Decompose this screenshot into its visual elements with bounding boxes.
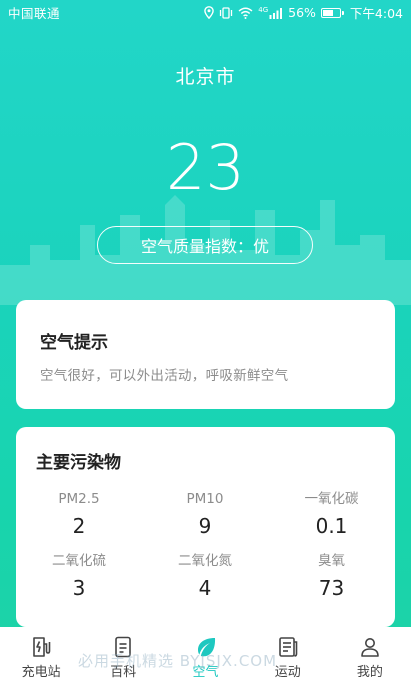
nav-item-air[interactable]: 空气: [164, 627, 246, 683]
status-bar: 中国联通 4G 56% 下午4:04: [0, 0, 411, 22]
network-type-label: 4G: [258, 5, 269, 14]
nav-item-profile[interactable]: 我的: [329, 627, 411, 683]
nav-item-sport[interactable]: 运动: [247, 627, 329, 683]
air-tip-text: 空气很好，可以外出活动，呼吸新鲜空气: [40, 368, 289, 384]
pollutant-no2: 二氧化氮 4: [142, 551, 268, 613]
pollutant-name: PM2.5: [58, 491, 100, 507]
aqi-text: 空气质量指数：优: [140, 237, 269, 256]
leaf-icon: [197, 638, 215, 657]
encyclopedia-icon: [115, 636, 132, 658]
app-screen: 中国联通 4G 56% 下午4:04 北京市 23 空气质量指数：优 空气提示 …: [0, 0, 411, 683]
pollutant-value: 0.1: [315, 514, 348, 538]
vibrate-icon: [220, 6, 233, 19]
pollutant-pm25: PM2.5 2: [16, 489, 142, 551]
wifi-icon: [238, 7, 253, 19]
battery-icon: [320, 7, 344, 18]
pollutant-value: 73: [318, 576, 345, 600]
temperature-value: 23: [166, 131, 245, 204]
pollutants-card: 主要污染物 PM2.5 2 PM10 9 一氧化碳 0.1 二氧化硫 3 二氧化…: [16, 427, 395, 627]
sport-document-icon: [278, 637, 298, 657]
battery-percent: 56%: [288, 5, 316, 20]
pollutant-pm10: PM10 9: [142, 489, 268, 551]
air-tip-title: 空气提示: [40, 333, 108, 353]
city-name: 北京市: [175, 66, 236, 88]
pollutant-name: 臭氧: [318, 553, 345, 569]
pollutant-name: PM10: [186, 491, 224, 507]
signal-strength-icon: [269, 7, 283, 19]
pollutants-grid: PM2.5 2 PM10 9 一氧化碳 0.1 二氧化硫 3 二氧化氮 4 臭氧…: [16, 489, 395, 613]
carrier-name: 中国联通: [8, 6, 61, 21]
pollutant-name: 二氧化氮: [178, 553, 232, 569]
nav-label: 空气: [192, 665, 219, 680]
nav-item-encyclopedia[interactable]: 百科: [82, 627, 164, 683]
bottom-navigation: 充电站 百科 空气 运动 我的: [0, 627, 411, 683]
aqi-badge[interactable]: 空气质量指数：优: [97, 226, 313, 264]
nav-item-charging-station[interactable]: 充电站: [0, 627, 82, 683]
location-icon: [204, 6, 215, 19]
pollutant-so2: 二氧化硫 3: [16, 551, 142, 613]
charging-station-icon: [33, 637, 51, 657]
pollutant-value: 4: [198, 576, 212, 600]
pollutant-value: 3: [72, 576, 86, 600]
pollutant-value: 9: [198, 514, 212, 538]
pollutant-o3: 臭氧 73: [268, 551, 395, 613]
nav-label: 运动: [274, 665, 301, 680]
pollutants-title: 主要污染物: [36, 453, 121, 473]
status-icons: 4G 56% 下午4:04: [204, 3, 403, 22]
status-time: 下午4:04: [349, 6, 403, 21]
nav-label: 百科: [110, 665, 137, 680]
nav-label: 我的: [356, 665, 383, 680]
pollutant-co: 一氧化碳 0.1: [268, 489, 395, 551]
nav-label: 充电站: [21, 665, 61, 680]
pollutant-name: 一氧化碳: [304, 491, 359, 507]
air-tip-card: 空气提示 空气很好，可以外出活动，呼吸新鲜空气: [16, 300, 395, 409]
battery-level-fill: [322, 9, 333, 16]
pollutant-name: 二氧化硫: [52, 553, 106, 569]
pollutant-value: 2: [72, 514, 86, 538]
profile-icon: [361, 638, 379, 657]
